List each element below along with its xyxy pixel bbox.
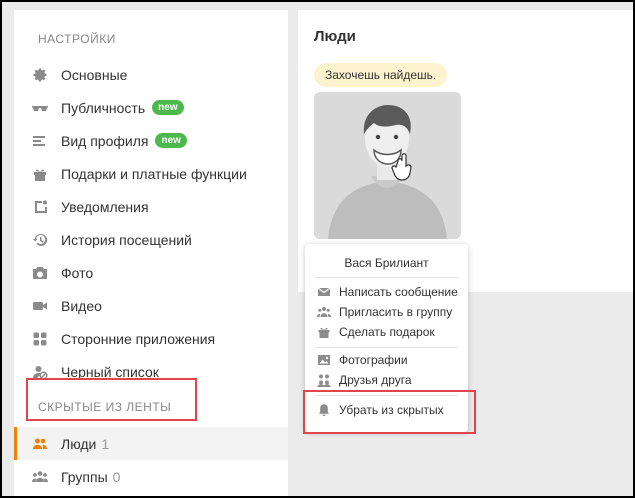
sidebar-item-label: Группы xyxy=(61,468,108,485)
hint-tooltip: Захочешь найдешь. xyxy=(314,63,448,87)
popup-item-label: Пригласить в группу xyxy=(339,305,453,319)
invite-to-group-button[interactable]: Пригласить в группу xyxy=(317,303,452,321)
sidebar-item-hidden-people[interactable]: Люди 1 xyxy=(14,427,288,460)
settings-sidebar: НАСТРОЙКИ Основные Публичность new Вид п… xyxy=(14,10,288,498)
divider xyxy=(315,347,458,348)
groups-count: 0 xyxy=(112,468,121,485)
highlight-hidden-section xyxy=(26,378,197,421)
sidebar-item-label: Публичность xyxy=(61,99,146,116)
sidebar-item-label: Уведомления xyxy=(61,198,149,215)
gift-icon xyxy=(32,166,48,182)
sidebar-item-label: Вид профиля xyxy=(61,132,149,149)
profile-lines-icon xyxy=(32,133,48,149)
new-badge: new xyxy=(152,100,184,115)
sidebar-item-label: Сторонние приложения xyxy=(61,330,216,347)
gift-icon xyxy=(317,325,331,339)
video-icon xyxy=(32,298,48,314)
apps-icon xyxy=(32,331,48,347)
sidebar-item-label: Фото xyxy=(61,264,94,281)
page-title: Люди xyxy=(314,28,356,45)
divider xyxy=(315,277,458,278)
person-placeholder-image xyxy=(314,92,461,239)
sidebar-item-apps[interactable]: Сторонние приложения xyxy=(14,322,288,355)
friends-of-friend-link[interactable]: Друзья друга xyxy=(317,371,412,389)
photo-icon xyxy=(317,353,331,367)
sidebar-item-label: Видео xyxy=(61,297,102,314)
sunglasses-icon xyxy=(32,100,48,116)
notification-icon xyxy=(32,199,48,215)
sidebar-item-hidden-groups[interactable]: Группы 0 xyxy=(14,460,288,493)
new-badge: new xyxy=(155,133,187,148)
people-count: 1 xyxy=(101,435,110,452)
sidebar-item-photo[interactable]: Фото xyxy=(14,256,288,289)
groups-icon xyxy=(32,469,48,485)
people-icon xyxy=(32,436,48,452)
sidebar-item-video[interactable]: Видео xyxy=(14,289,288,322)
settings-menu: Основные Публичность new Вид профиля new… xyxy=(14,58,288,388)
send-gift-button[interactable]: Сделать подарок xyxy=(317,323,435,341)
friends-icon xyxy=(317,373,331,387)
write-message-button[interactable]: Написать сообщение xyxy=(317,283,458,301)
sidebar-item-notifications[interactable]: Уведомления xyxy=(14,190,288,223)
sidebar-item-gifts[interactable]: Подарки и платные функции xyxy=(14,157,288,190)
sidebar-item-label: Подарки и платные функции xyxy=(61,165,247,182)
popup-item-label: Друзья друга xyxy=(339,373,412,387)
camera-icon xyxy=(32,265,48,281)
popup-item-label: Сделать подарок xyxy=(339,325,435,339)
sidebar-item-publicity[interactable]: Публичность new xyxy=(14,91,288,124)
sidebar-item-label: Люди xyxy=(61,435,97,452)
popup-item-label: Фотографии xyxy=(339,353,408,367)
envelope-icon xyxy=(317,285,331,299)
gear-icon xyxy=(32,67,48,83)
sidebar-item-general[interactable]: Основные xyxy=(14,58,288,91)
settings-heading: НАСТРОЙКИ xyxy=(38,32,116,46)
popup-user-name[interactable]: Вася Брилиант xyxy=(305,256,468,270)
popup-item-label: Написать сообщение xyxy=(339,285,458,299)
history-icon xyxy=(32,232,48,248)
sidebar-item-label: История посещений xyxy=(61,231,192,248)
sidebar-item-profile-view[interactable]: Вид профиля new xyxy=(14,124,288,157)
avatar[interactable] xyxy=(314,92,461,239)
group-invite-icon xyxy=(317,305,331,319)
photos-link[interactable]: Фотографии xyxy=(317,351,408,369)
sidebar-item-label: Основные xyxy=(61,66,128,83)
highlight-unhide-button xyxy=(303,390,476,434)
sidebar-item-visit-history[interactable]: История посещений xyxy=(14,223,288,256)
